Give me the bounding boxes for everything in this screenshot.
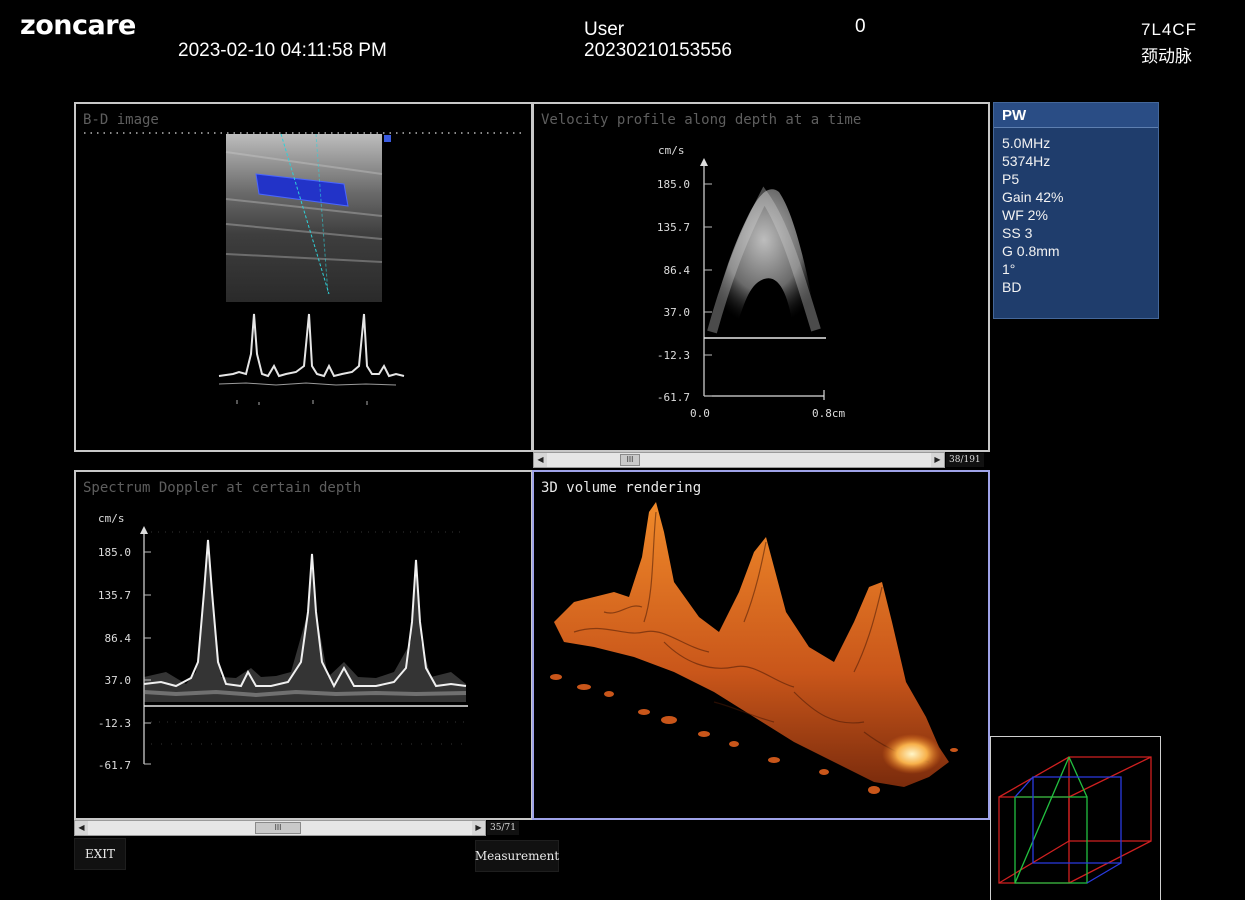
velocity-profile-panel[interactable]: Velocity profile along depth at a time c… (532, 102, 990, 452)
spectrum-y-tick: 185.0 (98, 546, 131, 559)
exam-preset: 颈动脉 (1141, 47, 1192, 66)
depth-marker-icon (384, 135, 391, 142)
parameter-panel: PW 5.0MHz 5374Hz P5 Gain 42% WF 2% SS 3 … (993, 102, 1159, 319)
velocity-y-tick: 135.7 (657, 221, 690, 234)
spectrum-y-tick: 86.4 (105, 632, 132, 645)
frame-counter-lower: 35/71 (487, 821, 519, 835)
velocity-x-tick: 0.0 (690, 407, 710, 420)
wall-filter-value: WF 2% (1002, 207, 1048, 223)
prf-value: 5374Hz (1002, 153, 1051, 169)
counter-value: 0 (855, 16, 866, 37)
velocity-y-tick: 185.0 (657, 178, 690, 191)
scroll-thumb[interactable]: III (255, 822, 301, 834)
sample-size-value: SS 3 (1002, 225, 1033, 241)
volume-rendering-panel[interactable]: 3D volume rendering (532, 470, 990, 820)
measurement-button[interactable]: Measurement (475, 840, 559, 872)
probe-name: 7L4CF (1141, 20, 1198, 39)
spectrum-plot: cm/s 185.0 135.7 86.4 37.0 -12.3 -61.7 (98, 512, 468, 772)
brand-logo: zoncare (20, 10, 136, 41)
scroll-right-icon[interactable]: ▶ (931, 453, 944, 467)
bd-image-panel[interactable]: B-D image (74, 102, 533, 452)
scroll-left-icon[interactable]: ◀ (534, 453, 547, 467)
gate-value: G 0.8mm (1002, 243, 1060, 259)
frame-scrollbar-upper[interactable]: ◀ III ▶ (533, 452, 945, 468)
patient-id: 20230210153556 (584, 40, 732, 61)
scroll-left-icon[interactable]: ◀ (75, 821, 88, 835)
velocity-x-tick: 0.8cm (812, 407, 845, 420)
bd-image-view (84, 132, 526, 405)
velocity-y-tick: -61.7 (657, 391, 690, 404)
orientation-cube-icon (998, 756, 1152, 884)
spectrum-doppler-panel[interactable]: Spectrum Doppler at certain depth cm/s 1… (74, 470, 533, 820)
scroll-right-icon[interactable]: ▶ (472, 821, 485, 835)
mode-label: PW (994, 103, 1158, 128)
scroll-thumb[interactable]: III (620, 454, 640, 466)
user-label: User (584, 19, 625, 40)
velocity-profile-plot: cm/s 185.0 135.7 86.4 37.0 -12.3 -61.7 0… (657, 144, 846, 420)
spectrum-y-tick: 135.7 (98, 589, 131, 602)
orientation-cube-panel (990, 736, 1161, 900)
angle-value: 1° (1002, 261, 1016, 277)
velocity-y-unit: cm/s (658, 144, 685, 157)
gain-value: Gain 42% (1002, 189, 1064, 205)
spectrum-y-tick: -61.7 (98, 759, 131, 772)
velocity-y-tick: 37.0 (664, 306, 691, 319)
mode-tag: BD (1002, 279, 1022, 295)
power-value: P5 (1002, 171, 1020, 187)
velocity-y-tick: -12.3 (657, 349, 690, 362)
spectrum-y-unit: cm/s (98, 512, 125, 525)
frame-counter-upper: 38/191 (946, 453, 984, 467)
spectrum-y-tick: 37.0 (105, 674, 132, 687)
velocity-y-tick: 86.4 (664, 264, 691, 277)
spectrum-y-tick: -12.3 (98, 717, 131, 730)
exam-datetime: 2023-02-10 04:11:58 PM (178, 40, 387, 61)
frame-scrollbar-lower[interactable]: ◀ III ▶ (74, 820, 486, 836)
volume-render-view (550, 502, 958, 794)
frequency-value: 5.0MHz (1002, 135, 1051, 151)
exit-button[interactable]: EXIT (74, 838, 126, 870)
